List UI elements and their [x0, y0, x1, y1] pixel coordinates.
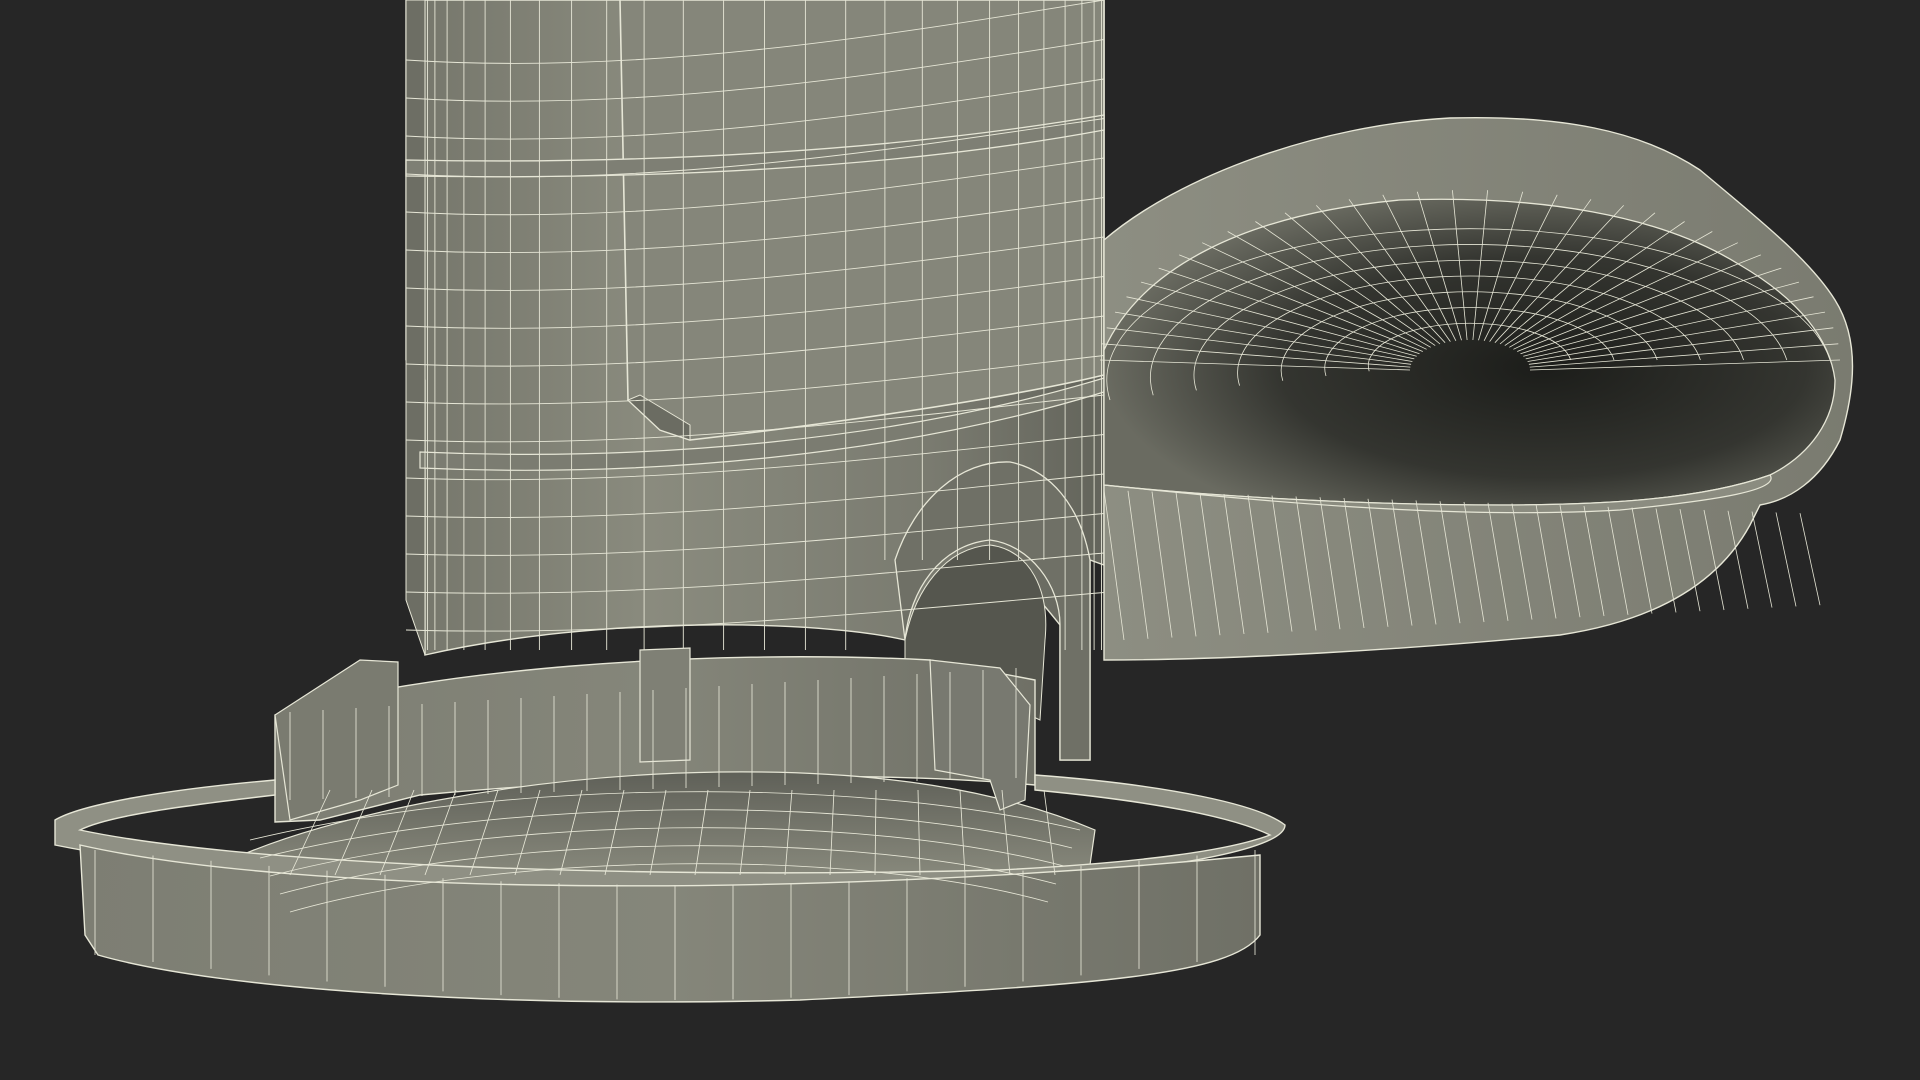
tube-lid-panel [619, 0, 1105, 441]
scoop-wire-outer [1799, 513, 1821, 606]
feeder-tray [54, 647, 1286, 1003]
scoop-wire-outer [1751, 511, 1773, 608]
feeder-tube [405, 0, 1105, 761]
side-scoop [1099, 116, 1854, 661]
wireframe-render [54, 0, 1854, 1003]
render-viewport [0, 0, 1920, 1080]
tray-center-post [639, 647, 691, 763]
scoop-wire-outer [1775, 512, 1797, 607]
